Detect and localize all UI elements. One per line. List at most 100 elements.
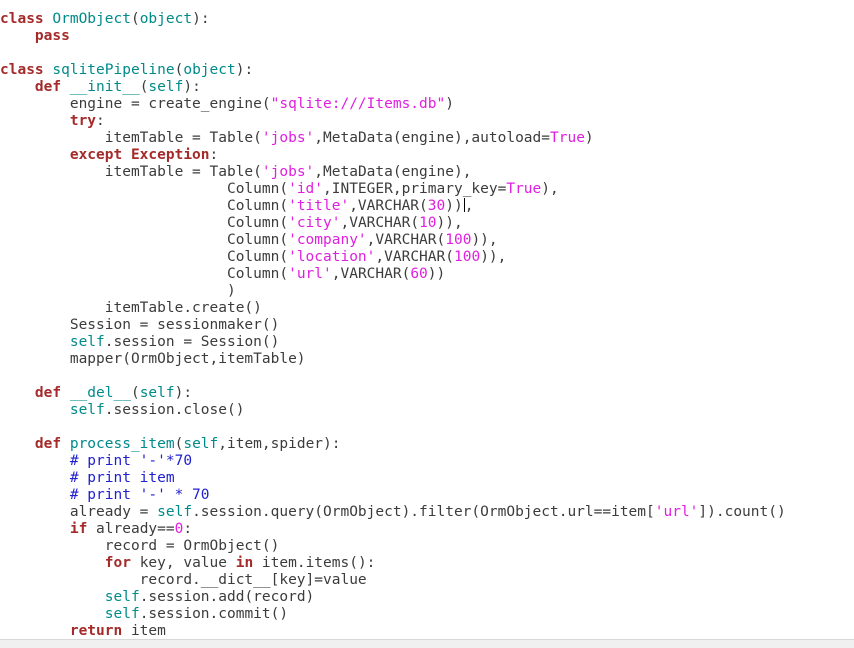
code-line[interactable]: [0, 419, 786, 436]
code-line[interactable]: ): [0, 283, 786, 300]
code-token: .session = Session(): [104, 334, 280, 350]
code-line[interactable]: class OrmObject(object):: [0, 11, 786, 28]
code-token: Column(: [0, 181, 289, 197]
code-token: object: [183, 62, 236, 78]
code-line[interactable]: Column('city',VARCHAR(10)),: [0, 215, 786, 232]
code-line[interactable]: Column('company',VARCHAR(100)),: [0, 232, 786, 249]
code-line[interactable]: for key, value in item.items():: [0, 555, 786, 572]
code-line[interactable]: itemTable = Table('jobs',MetaData(engine…: [0, 130, 786, 147]
code-token: ,: [497, 249, 507, 265]
code-token: ,VARCHAR(: [366, 232, 446, 248]
code-token: Column(: [0, 232, 289, 248]
code-token: )): [471, 232, 489, 248]
code-token: 'title': [288, 198, 350, 214]
code-token: key, value: [139, 555, 236, 571]
code-token: 'url': [288, 266, 332, 282]
code-line[interactable]: mapper(OrmObject,itemTable): [0, 351, 786, 368]
code-token: def: [34, 385, 70, 401]
code-token: already==: [96, 521, 175, 537]
code-line[interactable]: Column('url',VARCHAR(60)): [0, 266, 786, 283]
code-token: 'id': [288, 181, 324, 197]
code-token: process_item: [69, 436, 175, 452]
code-token: try: [69, 113, 97, 129]
code-token: item.items():: [261, 555, 376, 571]
code-token: True: [506, 181, 542, 197]
code-line[interactable]: except Exception:: [0, 147, 786, 164]
code-token: 'jobs': [261, 130, 315, 146]
code-line[interactable]: engine = create_engine("sqlite:///Items.…: [0, 96, 786, 113]
code-token: (: [130, 11, 140, 27]
code-line[interactable]: record = OrmObject(): [0, 538, 786, 555]
code-editor[interactable]: class OrmObject(object): pass class sqli…: [0, 0, 854, 648]
code-line[interactable]: [0, 45, 786, 62]
code-token: for: [104, 555, 140, 571]
code-token: "sqlite:///Items.db": [270, 96, 446, 112]
code-token: True: [550, 130, 585, 146]
code-line[interactable]: [0, 368, 786, 385]
code-line[interactable]: Column('title',VARCHAR(30)),: [0, 198, 786, 215]
code-line[interactable]: Column('location',VARCHAR(100)),: [0, 249, 786, 266]
code-line[interactable]: def __init__(self):: [0, 79, 786, 96]
code-token: 'location': [288, 249, 376, 265]
code-token: ,VARCHAR(: [340, 215, 420, 231]
code-line[interactable]: # print '-'*70: [0, 453, 786, 470]
code-token: )): [445, 198, 463, 214]
code-token: # print item: [69, 470, 175, 486]
code-line[interactable]: self.session = Session(): [0, 334, 786, 351]
code-token: object: [139, 11, 193, 27]
code-token: itemTable.create(): [0, 300, 262, 316]
code-token: )): [427, 266, 446, 282]
code-token: itemTable = Table(: [0, 130, 262, 146]
code-line[interactable]: pass: [0, 28, 786, 45]
code-line[interactable]: # print item: [0, 470, 786, 487]
code-token: 'city': [288, 215, 341, 231]
code-token: )): [480, 249, 498, 265]
code-line[interactable]: Column('id',INTEGER,primary_key=True),: [0, 181, 786, 198]
code-line[interactable]: return item: [0, 623, 786, 640]
code-line[interactable]: class sqlitePipeline(object):: [0, 62, 786, 79]
code-line[interactable]: if already==0:: [0, 521, 786, 538]
code-line[interactable]: self.session.close(): [0, 402, 786, 419]
code-line[interactable]: record.__dict__[key]=value: [0, 572, 786, 589]
code-line[interactable]: self.session.add(record): [0, 589, 786, 606]
code-token: self: [104, 589, 140, 605]
code-token: record.__dict__[key]=value: [0, 572, 367, 588]
code-line[interactable]: # print '-' * 70: [0, 487, 786, 504]
code-line[interactable]: try:: [0, 113, 786, 130]
code-token: Column(: [0, 215, 289, 231]
code-token: self: [69, 402, 105, 418]
code-line[interactable]: Session = sessionmaker(): [0, 317, 786, 334]
code-line[interactable]: def __del__(self):: [0, 385, 786, 402]
code-token: ): [584, 130, 594, 146]
code-token: (: [130, 385, 140, 401]
code-token: ,: [464, 198, 474, 214]
horizontal-scrollbar[interactable]: [0, 639, 854, 648]
code-token: 'company': [288, 232, 367, 248]
code-token: already =: [0, 504, 158, 520]
code-line[interactable]: self.session.commit(): [0, 606, 786, 623]
code-line[interactable]: def process_item(self,item,spider):: [0, 436, 786, 453]
code-line[interactable]: itemTable = Table('jobs',MetaData(engine…: [0, 164, 786, 181]
code-token: self: [183, 436, 219, 452]
code-line[interactable]: itemTable.create(): [0, 300, 786, 317]
code-token: ,: [488, 232, 498, 248]
code-token: __del__: [69, 385, 131, 401]
code-token: .session.add(record): [139, 589, 315, 605]
code-token: # print '-' * 70: [69, 487, 210, 503]
code-line[interactable]: already = self.session.query(OrmObject).…: [0, 504, 786, 521]
code-token: self: [69, 334, 105, 350]
code-token: ,item,spider):: [218, 436, 341, 452]
code-token: except: [69, 147, 131, 163]
code-token: ,: [454, 215, 463, 231]
code-token: )): [436, 215, 454, 231]
code-token: Column(: [0, 198, 289, 214]
code-area[interactable]: class OrmObject(object): pass class sqli…: [0, 11, 786, 640]
